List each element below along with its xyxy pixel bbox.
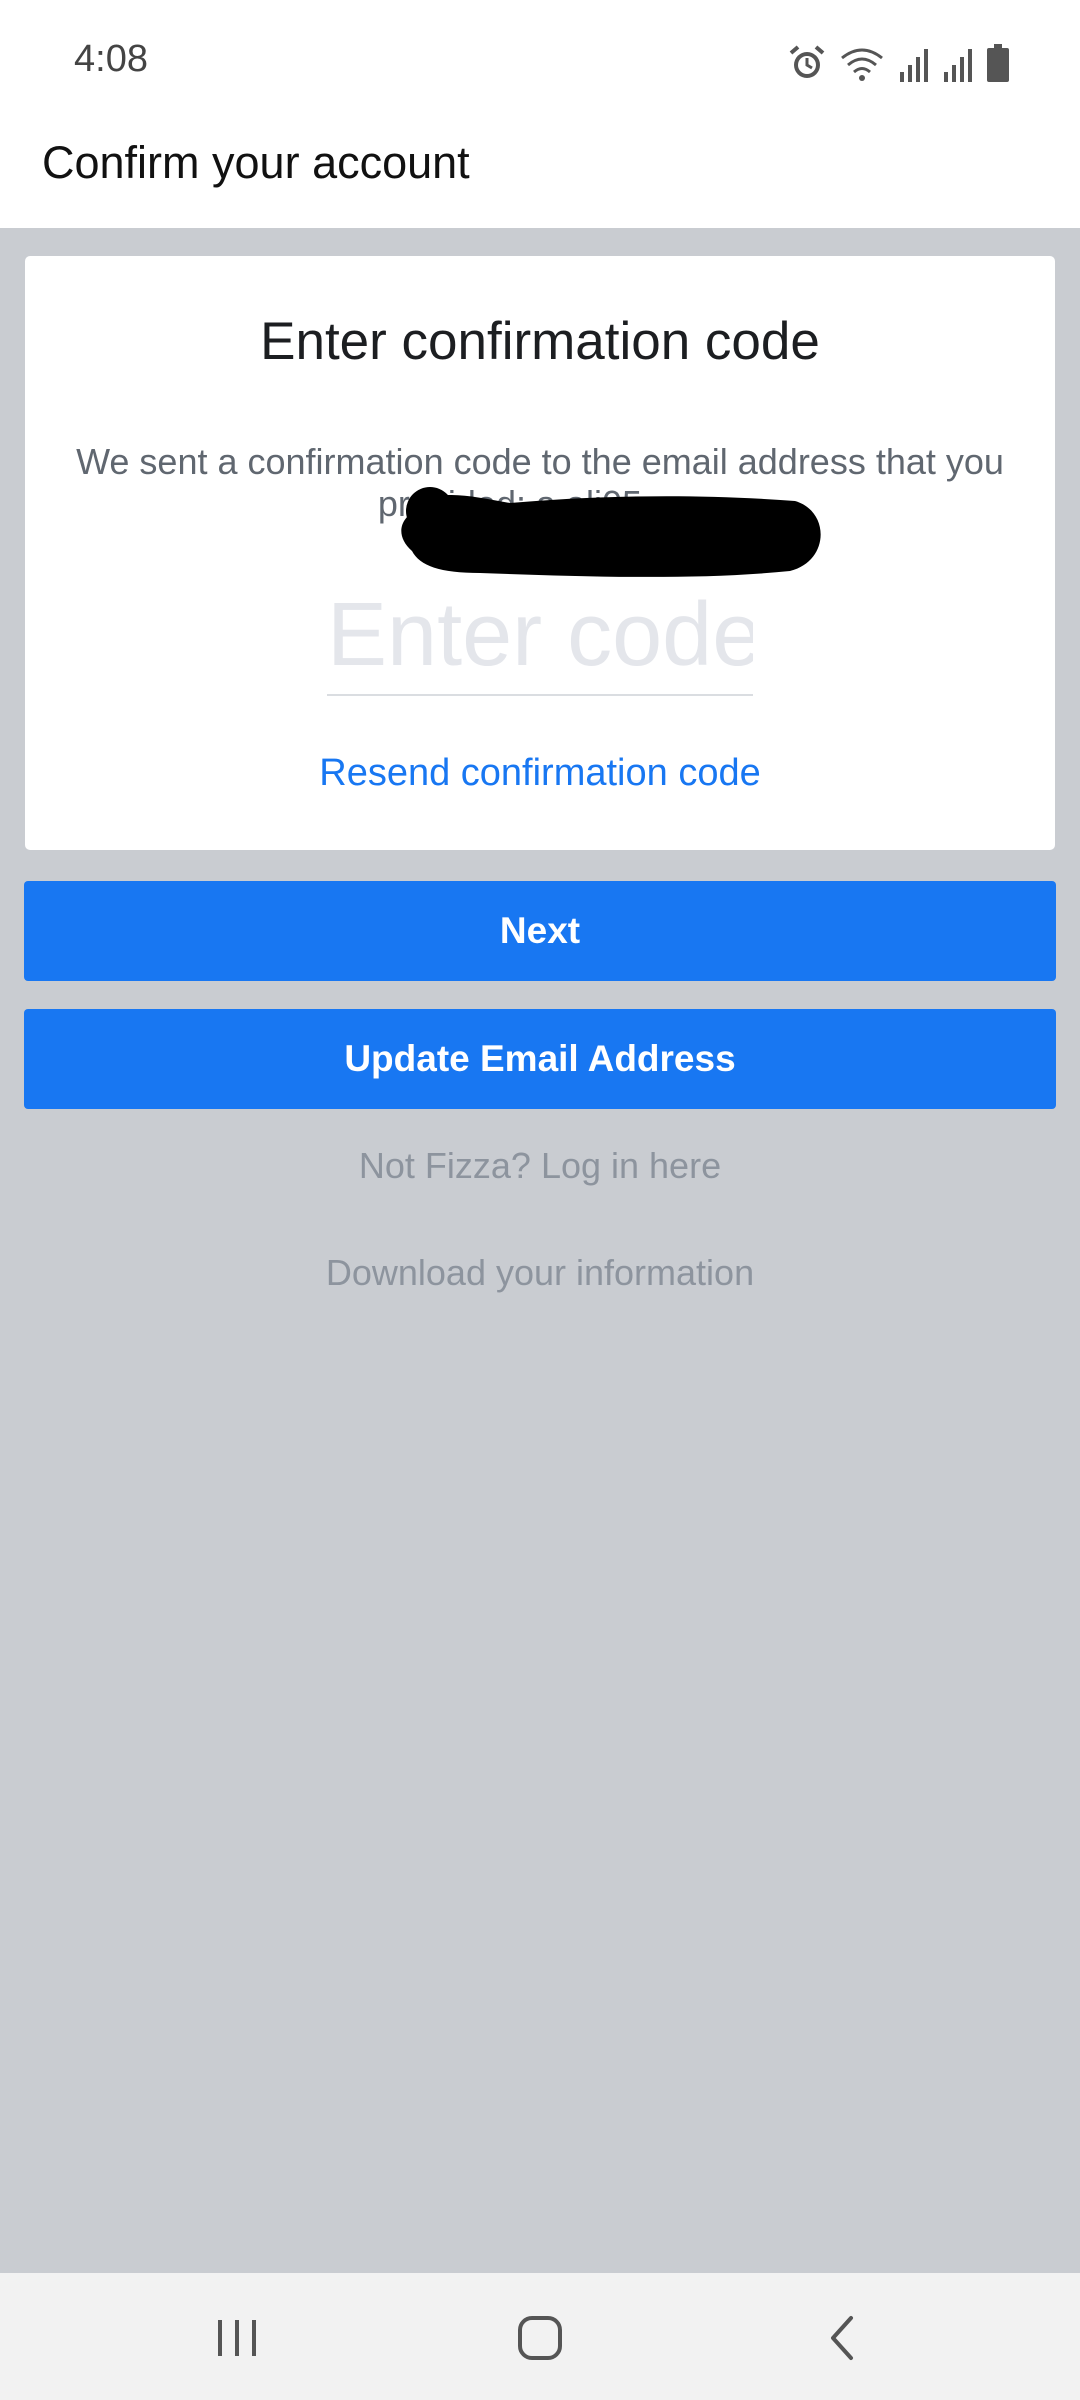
wifi-icon [841,48,883,81]
download-info-link[interactable]: Download your information [0,1252,1080,1294]
redaction-scribble [401,487,821,577]
confirmation-card: Enter confirmation code We sent a confir… [25,256,1055,850]
status-icons [788,40,1010,82]
resend-code-link[interactable]: Resend confirmation code [25,752,1055,795]
page-title: Confirm your account [42,137,470,188]
status-bar: 4:08 [0,0,1080,125]
status-time: 4:08 [74,38,148,80]
battery-icon [987,44,1009,82]
signal-icon [944,49,972,82]
system-nav-bar [0,2273,1080,2400]
card-title: Enter confirmation code [260,312,820,371]
alarm-icon [789,45,825,78]
next-button[interactable]: Next [24,881,1056,981]
home-button[interactable] [480,2303,600,2373]
recents-button[interactable] [177,2303,297,2373]
signal-icon [900,49,928,82]
recents-icon [218,2320,256,2356]
code-input[interactable] [327,576,753,696]
back-icon [831,2316,853,2360]
back-button[interactable] [782,2303,902,2373]
home-icon [518,2316,562,2360]
app-header: Confirm your account [0,125,1080,228]
not-user-login-link[interactable]: Not Fizza? Log in here [0,1145,1080,1187]
update-email-button[interactable]: Update Email Address [24,1009,1056,1109]
